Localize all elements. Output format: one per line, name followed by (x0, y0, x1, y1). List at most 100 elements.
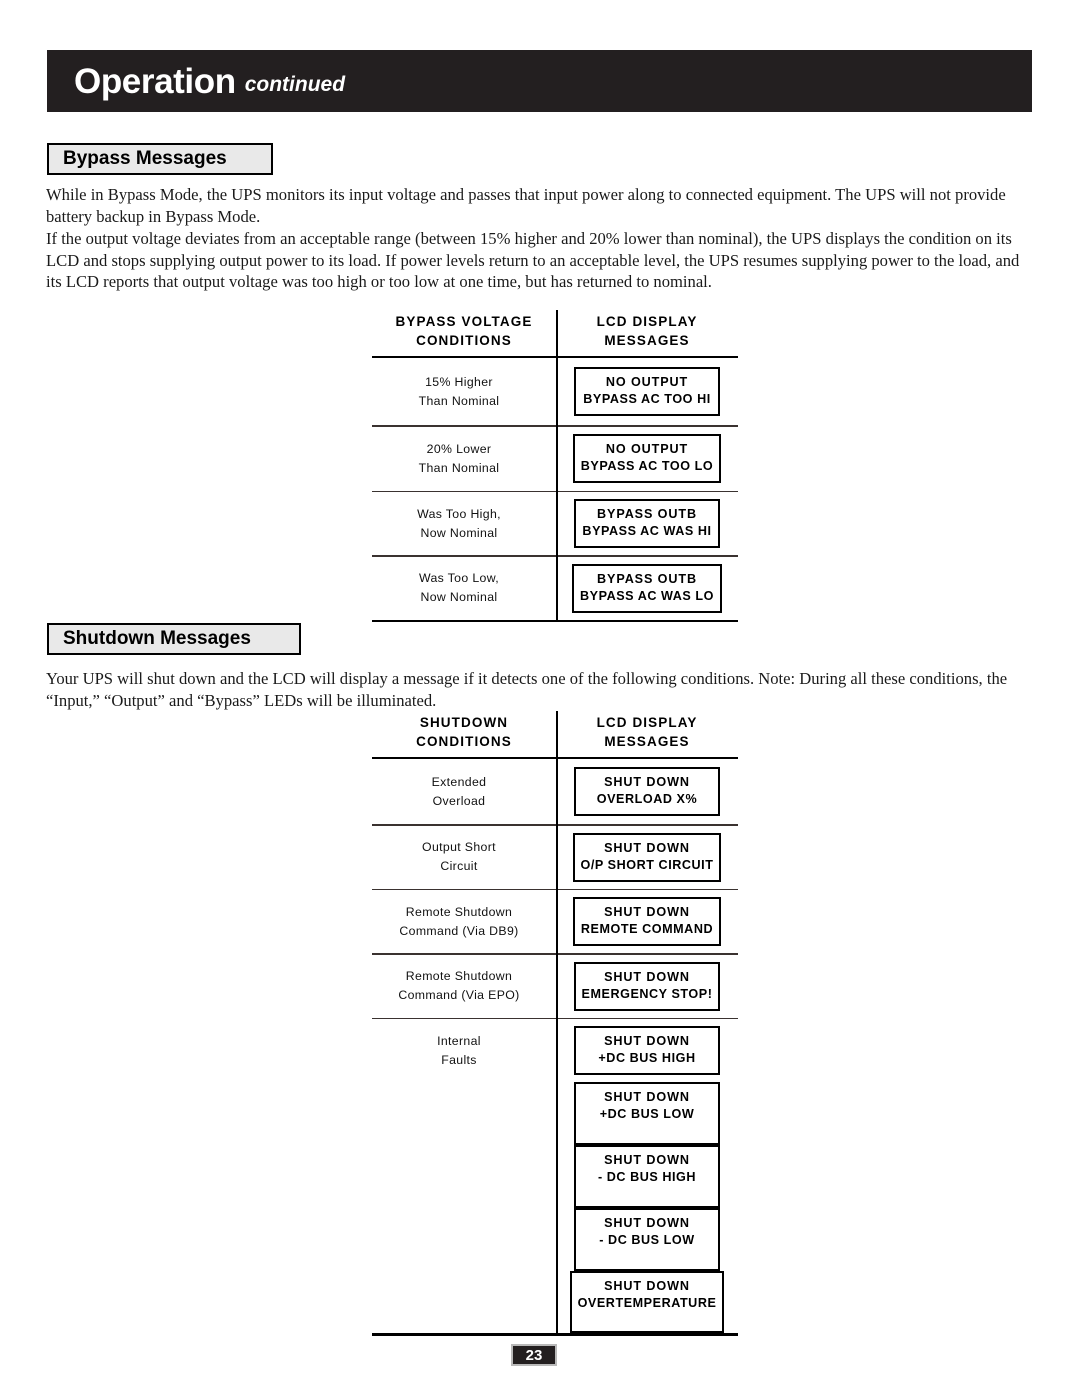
lcd-message-box: SHUT DOWN OVERLOAD X% (574, 767, 720, 816)
condition-line-2: Now Nominal (420, 590, 498, 605)
lcd-message-box: SHUT DOWN +DC BUS LOW (574, 1082, 720, 1146)
condition-line-1: 20% Lower (426, 441, 492, 456)
table-header-line-1: LCD DISPLAY (596, 715, 698, 730)
table-header-line-2: CONDITIONS (416, 333, 512, 348)
lcd-line-2: OVERLOAD X% (596, 792, 698, 806)
table-header-bypass-voltage-conditions: BYPASS VOLTAGE CONDITIONS (372, 310, 556, 356)
lcd-line-2: BYPASS AC WAS HI (582, 524, 712, 539)
condition-line-1: Remote Shutdown (405, 904, 513, 919)
lcd-line-2: EMERGENCY STOP! (581, 986, 713, 1001)
lcd-message-box: NO OUTPUT BYPASS AC TOO HI (574, 367, 720, 416)
lcd-message-cell: SHUT DOWN REMOTE COMMAND (556, 897, 738, 947)
condition-line-1: Internal (437, 1033, 481, 1048)
lcd-message-cell: SHUT DOWN - DC BUS HIGH (556, 1145, 738, 1209)
table-row: Remote Shutdown Command (Via EPO) SHUT D… (372, 955, 738, 1018)
table-row: Output Short Circuit SHUT DOWN O/P SHORT… (372, 826, 738, 889)
lcd-line-1: SHUT DOWN (604, 1279, 690, 1294)
lcd-message-cell: NO OUTPUT BYPASS AC TOO LO (556, 434, 738, 484)
condition-line-1: Was Too Low, (418, 571, 500, 586)
lcd-line-2: OVERTEMPERATURE (577, 1296, 717, 1311)
table-header-row: SHUTDOWN CONDITIONS LCD DISPLAY MESSAGES (372, 711, 738, 757)
table-row-internal-fault-extra: SHUT DOWN OVERTEMPERATURE (372, 1271, 738, 1334)
bypass-paragraph-1: While in Bypass Mode, the UPS monitors i… (46, 185, 1006, 226)
condition-cell: Remote Shutdown Command (Via DB9) (372, 903, 556, 941)
lcd-line-1: SHUT DOWN (604, 969, 690, 984)
lcd-message-cell: SHUT DOWN +DC BUS LOW (556, 1082, 738, 1146)
lcd-line-2: BYPASS AC TOO HI (583, 392, 711, 406)
table-header-lcd-display-messages: LCD DISPLAY MESSAGES (556, 711, 738, 757)
lcd-message-box: SHUT DOWN +DC BUS HIGH (574, 1026, 720, 1076)
condition-line-2: Command (Via EPO) (398, 988, 520, 1003)
lcd-line-1: SHUT DOWN (604, 840, 690, 855)
lcd-line-1: SHUT DOWN (604, 905, 690, 920)
table-row-internal-fault-extra: SHUT DOWN - DC BUS LOW (372, 1208, 738, 1272)
lcd-message-box: SHUT DOWN O/P SHORT CIRCUIT (572, 832, 722, 882)
lcd-line-2: +DC BUS HIGH (598, 1051, 696, 1066)
condition-line-2: Than Nominal (418, 460, 500, 475)
lcd-message-box: BYPASS OUTB BYPASS AC WAS HI (574, 499, 720, 549)
lcd-message-cell: BYPASS OUTB BYPASS AC WAS HI (556, 499, 738, 549)
bypass-messages-table: BYPASS VOLTAGE CONDITIONS LCD DISPLAY ME… (372, 310, 738, 623)
condition-line-1: 15% Higher (425, 374, 493, 389)
condition-line-1: Was Too High, (417, 506, 501, 521)
table-header-line-1: SHUTDOWN (419, 715, 509, 730)
condition-line-2: Than Nominal (418, 393, 500, 408)
table-row: Remote Shutdown Command (Via DB9) SHUT D… (372, 890, 738, 953)
table-bottom-rule (372, 1333, 738, 1336)
table-row-internal-fault-extra: SHUT DOWN - DC BUS HIGH (372, 1145, 738, 1209)
lcd-message-cell: NO OUTPUT BYPASS AC TOO HI (556, 367, 738, 416)
section-heading-bypass-messages: Bypass Messages (47, 143, 273, 175)
lcd-line-1: SHUT DOWN (604, 1153, 690, 1168)
lcd-line-2: - DC BUS LOW (599, 1233, 695, 1248)
shutdown-paragraph-1: Your UPS will shut down and the LCD will… (46, 669, 1008, 710)
lcd-line-2: BYPASS AC TOO LO (580, 459, 714, 474)
lcd-line-2: - DC BUS HIGH (597, 1170, 697, 1185)
page-title: Operation (74, 61, 236, 101)
table-header-row: BYPASS VOLTAGE CONDITIONS LCD DISPLAY ME… (372, 310, 738, 356)
lcd-message-box: SHUT DOWN REMOTE COMMAND (572, 897, 722, 947)
condition-cell: Remote Shutdown Command (Via EPO) (372, 967, 556, 1005)
lcd-line-1: NO OUTPUT (605, 375, 689, 389)
condition-line-1: Extended (431, 774, 487, 789)
lcd-line-1: NO OUTPUT (605, 442, 689, 457)
shutdown-messages-table: SHUTDOWN CONDITIONS LCD DISPLAY MESSAGES… (372, 711, 738, 1336)
table-row: Internal Faults SHUT DOWN +DC BUS HIGH (372, 1019, 738, 1082)
lcd-line-1: SHUT DOWN (604, 1216, 690, 1231)
section-heading-shutdown-messages-label: Shutdown Messages (63, 628, 251, 649)
table-row: Was Too Low, Now Nominal BYPASS OUTB BYP… (372, 557, 738, 620)
condition-cell: Output Short Circuit (372, 838, 556, 876)
lcd-line-1: BYPASS OUTB (597, 507, 697, 522)
lcd-message-cell: SHUT DOWN OVERTEMPERATURE (556, 1271, 738, 1334)
section-heading-bypass-messages-label: Bypass Messages (63, 148, 227, 169)
condition-cell: Was Too Low, Now Nominal (372, 569, 556, 607)
lcd-line-2: O/P SHORT CIRCUIT (580, 857, 714, 872)
table-bottom-rule (372, 619, 738, 623)
page-header-banner: Operation continued (47, 50, 1032, 112)
condition-line-2: Now Nominal (420, 525, 498, 540)
table-row: 20% Lower Than Nominal NO OUTPUT BYPASS … (372, 427, 738, 491)
table-header-line-2: MESSAGES (604, 734, 690, 749)
lcd-message-box: SHUT DOWN EMERGENCY STOP! (573, 961, 721, 1011)
condition-line-2: Faults (441, 1052, 477, 1067)
condition-line-2: Circuit (440, 859, 478, 874)
lcd-line-2: REMOTE COMMAND (580, 922, 714, 937)
lcd-message-box: SHUT DOWN - DC BUS LOW (574, 1208, 720, 1272)
lcd-line-1: SHUT DOWN (604, 1090, 690, 1105)
lcd-line-2: +DC BUS LOW (599, 1107, 695, 1122)
table-header-lcd-display-messages: LCD DISPLAY MESSAGES (556, 310, 738, 356)
lcd-message-cell: SHUT DOWN EMERGENCY STOP! (556, 961, 738, 1011)
table-header-line-2: MESSAGES (604, 333, 690, 348)
table-row: 15% Higher Than Nominal NO OUTPUT BYPASS… (372, 358, 738, 425)
lcd-line-2: BYPASS AC WAS LO (579, 588, 715, 603)
bypass-paragraph-2: If the output voltage deviates from an a… (46, 229, 1020, 291)
condition-line-2: Command (Via DB9) (399, 923, 519, 938)
condition-line-1: Remote Shutdown (405, 969, 513, 984)
condition-cell: Internal Faults (372, 1032, 556, 1070)
lcd-line-1: BYPASS OUTB (597, 571, 697, 586)
condition-line-2: Overload (432, 793, 486, 808)
table-header-shutdown-conditions: SHUTDOWN CONDITIONS (372, 711, 556, 757)
table-header-line-1: LCD DISPLAY (596, 314, 698, 329)
condition-cell: 20% Lower Than Nominal (372, 440, 556, 478)
lcd-message-box: SHUT DOWN - DC BUS HIGH (574, 1145, 720, 1209)
lcd-message-cell: SHUT DOWN O/P SHORT CIRCUIT (556, 832, 738, 882)
